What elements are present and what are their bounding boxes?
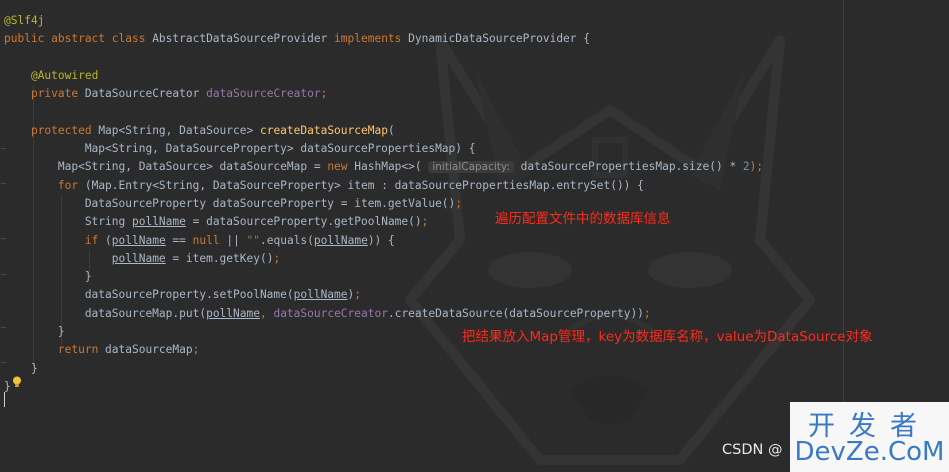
code-token: dataSourceMap (105, 343, 193, 357)
code-token: createDataSourceMap (259, 123, 388, 137)
code-token: dataSourceMap.put( (4, 306, 207, 320)
code-line[interactable]: private DataSourceCreator dataSourceCrea… (4, 85, 763, 103)
code-token: pollName (293, 288, 348, 302)
code-token: Map<String, DataSourceProperty> dataSour… (4, 142, 476, 156)
code-token: String (4, 215, 132, 229)
code-line[interactable]: @Autowired (4, 67, 763, 85)
code-token: new (327, 160, 355, 174)
code-token: Map<String, DataSource> dataSourceMap = (4, 160, 328, 174)
code-token: ; (354, 288, 362, 302)
code-token: dataSourceCreator (273, 306, 388, 320)
code-token: } (4, 270, 92, 284)
code-token: DynamicDataSourceProvider { (408, 32, 590, 46)
code-token: for (57, 178, 85, 192)
code-token: } (4, 361, 38, 375)
code-token: HashMap<>( (354, 160, 429, 174)
parameter-hint: initialCapacity: (428, 161, 514, 174)
code-token: ); (749, 160, 764, 174)
code-token: public abstract class (4, 32, 153, 46)
code-line[interactable]: public abstract class AbstractDataSource… (4, 30, 763, 48)
code-token: = item.getKey() (165, 251, 274, 265)
code-line[interactable]: Map<String, DataSourceProperty> dataSour… (4, 140, 763, 158)
watermark-logo: 开发者 DevZe.CoM (790, 402, 949, 472)
code-token: ; (192, 343, 200, 357)
code-token: "" (246, 233, 261, 247)
code-token: implements (334, 32, 409, 46)
code-line[interactable]: if (pollName == null || "".equals(pollNa… (4, 232, 763, 250)
text-caret (4, 392, 5, 407)
code-token: pollName (111, 233, 166, 247)
annotation-note-iterate: 遍历配置文件中的数据库信息 (495, 211, 671, 227)
code-token: null (192, 233, 227, 247)
code-token: ; (455, 196, 463, 210)
code-token: .equals( (260, 233, 314, 247)
code-line[interactable]: dataSourceProperty.setPoolName(pollName)… (4, 286, 763, 304)
code-token: pollName (313, 233, 368, 247)
code-token: = dataSourceProperty.getPoolName() (185, 215, 422, 229)
code-line[interactable]: } (4, 268, 763, 286)
code-token: == (165, 233, 193, 247)
code-token: AbstractDataSourceProvider (152, 32, 335, 46)
code-token: ; (643, 306, 651, 320)
code-line[interactable]: Map<String, DataSource> dataSourceMap = … (4, 158, 763, 176)
code-token: .createDataSource(dataSourceProperty)) (387, 306, 644, 320)
code-token: @Autowired (30, 68, 99, 82)
code-token: dataSourceProperty.setPoolName( (4, 288, 294, 302)
code-token: } (4, 379, 11, 393)
code-token: || (226, 233, 247, 247)
code-token: (Map.Entry<String, DataSourceProperty> i… (84, 178, 644, 192)
code-editor[interactable]: @Slf4j public abstract class AbstractData… (0, 0, 949, 472)
code-line[interactable] (4, 103, 763, 121)
lightbulb-icon[interactable] (12, 376, 22, 388)
watermark-logo-en: DevZe.CoM (794, 437, 945, 467)
code-token: DataSourceCreator (84, 87, 207, 101)
code-line[interactable]: protected Map<String, DataSource> create… (4, 122, 763, 140)
code-line[interactable]: @Slf4j (4, 12, 763, 30)
code-token: 2 (742, 160, 750, 174)
code-line[interactable]: pollName = item.getKey(); (4, 250, 763, 268)
code-token: ; (421, 215, 429, 229)
code-token: pollName (111, 251, 166, 265)
code-line[interactable]: for (Map.Entry<String, DataSourcePropert… (4, 177, 763, 195)
code-line[interactable]: } (4, 360, 763, 378)
code-token: Map<String, DataSource> (98, 123, 260, 137)
code-token: )) { (367, 233, 395, 247)
code-line[interactable]: } (4, 378, 763, 396)
code-token: ( (387, 123, 395, 137)
code-line[interactable]: dataSourceMap.put(pollName, dataSourceCr… (4, 305, 763, 323)
code-line[interactable] (4, 49, 763, 67)
code-token: dataSourceCreator (206, 87, 321, 101)
code-token: return (57, 343, 106, 357)
code-token: , (259, 306, 274, 320)
code-token: ; (320, 87, 328, 101)
watermark-csdn: CSDN @ (722, 442, 783, 458)
code-token: ; (273, 251, 281, 265)
code-token: DataSourceProperty dataSourceProperty = … (4, 196, 456, 210)
code-token: pollName (206, 306, 260, 320)
code-token: dataSourcePropertiesMap.size() * (513, 160, 743, 174)
annotation-note-map: 把结果放入Map管理，key为数据库名称，value为DataSource对象 (462, 329, 873, 345)
code-token: ( (105, 233, 112, 247)
code-token: pollName (131, 215, 186, 229)
code-token: if (84, 233, 106, 247)
code-token: @Slf4j (4, 14, 45, 27)
code-token: protected (30, 123, 99, 137)
code-token: private (30, 87, 85, 101)
code-token: } (4, 325, 65, 339)
